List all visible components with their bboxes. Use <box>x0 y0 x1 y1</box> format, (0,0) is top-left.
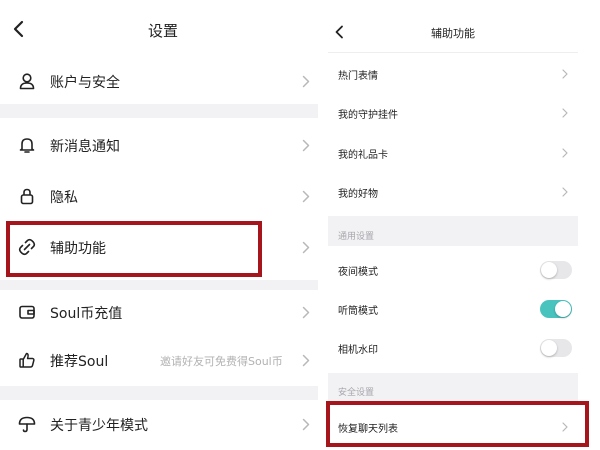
chevron-right-icon <box>562 108 568 118</box>
list-item-label: 我的礼品卡 <box>338 150 388 161</box>
page-title: 辅助功能 <box>431 27 475 40</box>
menu-item-label: 关于青少年模式 <box>50 418 148 434</box>
menu-item-privacy[interactable]: 隐私 <box>0 174 318 220</box>
user-icon <box>18 72 36 94</box>
chevron-right-icon <box>302 241 310 254</box>
toggle-knob <box>541 340 557 356</box>
bell-icon <box>18 136 36 158</box>
chevron-right-icon <box>562 69 568 79</box>
menu-item-label: 账户与安全 <box>50 75 120 91</box>
section-divider <box>0 104 318 118</box>
chevron-right-icon <box>302 75 310 88</box>
lock-icon <box>18 187 36 209</box>
toggle-row-earpiece-mode: 听筒模式 <box>328 291 578 327</box>
back-arrow-icon[interactable] <box>334 25 344 39</box>
section-title-security: 安全设置 <box>338 388 375 398</box>
section-divider <box>0 280 318 290</box>
back-arrow-icon[interactable] <box>12 20 26 38</box>
menu-item-label: 隐私 <box>50 190 78 206</box>
list-item-my-goods[interactable]: 我的好物 <box>328 174 578 210</box>
toggle-knob <box>541 262 557 278</box>
settings-screen: 设置 账户与安全 新消息通知 隐私 辅助功能 Soul币充值 推荐Soul 邀请… <box>0 0 318 450</box>
header-divider <box>328 52 578 53</box>
menu-item-soul-coin-recharge[interactable]: Soul币充值 <box>0 290 318 336</box>
chevron-right-icon <box>302 306 310 319</box>
earpiece-mode-toggle[interactable] <box>540 300 572 318</box>
menu-item-label: 推荐Soul <box>50 354 109 370</box>
chevron-right-icon <box>302 418 310 431</box>
toggle-row-night-mode: 夜间模式 <box>328 252 578 288</box>
section-divider <box>0 386 318 400</box>
umbrella-icon <box>18 415 36 437</box>
list-item-label: 我的守护挂件 <box>338 110 398 121</box>
menu-item-account-security[interactable]: 账户与安全 <box>0 58 318 104</box>
page-title: 设置 <box>147 22 178 40</box>
list-item-guard-pendant[interactable]: 我的守护挂件 <box>328 95 578 131</box>
chevron-right-icon <box>562 148 568 158</box>
menu-item-label: Soul币充值 <box>50 306 123 322</box>
toggle-label: 相机水印 <box>338 345 378 356</box>
list-item-label: 我的好物 <box>338 189 378 200</box>
highlight-box <box>6 221 262 277</box>
menu-item-recommend-soul[interactable]: 推荐Soul 邀请好友可免费得Soul币 <box>0 338 318 384</box>
toggle-row-camera-watermark: 相机水印 <box>328 330 578 366</box>
list-item-hot-stickers[interactable]: 热门表情 <box>328 56 578 92</box>
list-item-gift-card[interactable]: 我的礼品卡 <box>328 135 578 171</box>
section-title-general: 通用设置 <box>338 232 375 242</box>
night-mode-toggle[interactable] <box>540 261 572 279</box>
toggle-knob <box>555 301 571 317</box>
thumbs-up-icon <box>18 351 36 373</box>
camera-watermark-toggle[interactable] <box>540 339 572 357</box>
list-item-label: 热门表情 <box>338 71 378 82</box>
accessibility-screen: 辅助功能 热门表情 我的守护挂件 我的礼品卡 我的好物 通用设置 夜间模式 听筒… <box>328 0 578 450</box>
screen-gap <box>318 0 328 450</box>
toggle-label: 夜间模式 <box>338 267 378 278</box>
chevron-right-icon <box>302 139 310 152</box>
chevron-right-icon <box>302 354 310 367</box>
chevron-right-icon <box>562 187 568 197</box>
wallet-icon <box>18 303 36 325</box>
toggle-label: 听筒模式 <box>338 306 378 317</box>
menu-item-label: 新消息通知 <box>50 139 120 155</box>
menu-item-notifications[interactable]: 新消息通知 <box>0 122 318 168</box>
highlight-box <box>326 401 589 447</box>
chevron-right-icon <box>302 190 310 203</box>
recommend-hint-text: 邀请好友可免费得Soul币 <box>160 355 283 368</box>
menu-item-teen-mode[interactable]: 关于青少年模式 <box>0 402 318 448</box>
